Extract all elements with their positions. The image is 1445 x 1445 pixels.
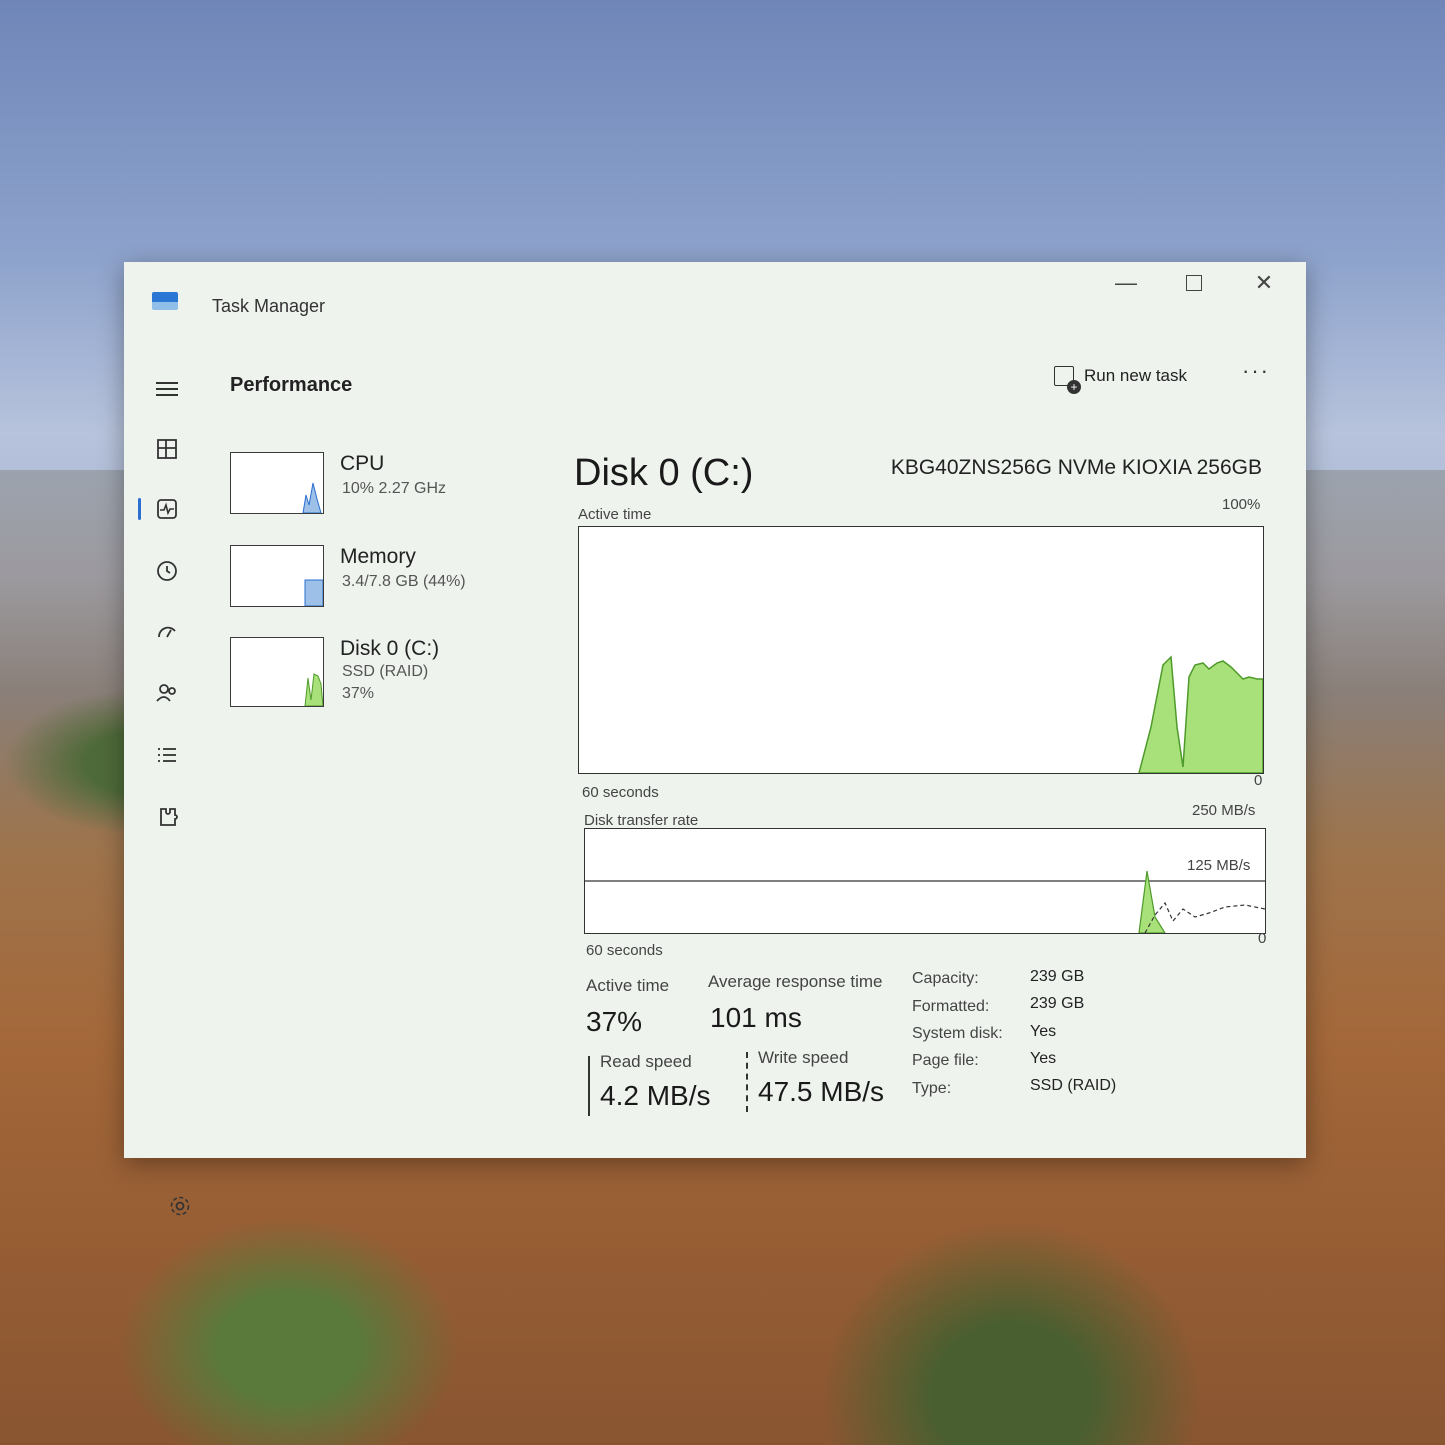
disk-thumbnail-graph xyxy=(230,637,324,707)
read-speed-label: Read speed xyxy=(600,1052,692,1071)
type-label: Type: xyxy=(912,1080,952,1097)
nav-performance[interactable] xyxy=(150,492,184,526)
sidebar-item-disk[interactable]: Disk 0 (C:) SSD (RAID) 37% xyxy=(230,637,550,707)
navigation-rail xyxy=(124,342,214,1216)
maximize-button[interactable] xyxy=(1164,266,1224,300)
services-icon xyxy=(160,808,178,826)
run-new-task-icon xyxy=(1054,366,1081,394)
minimize-icon: — xyxy=(1115,270,1137,295)
disk-label: Disk 0 (C:) xyxy=(340,637,440,660)
maximize-icon xyxy=(1186,275,1202,291)
nav-startup-apps[interactable] xyxy=(150,616,184,650)
transfer-graph-mid: 125 MB/s xyxy=(1187,857,1251,874)
memory-label: Memory xyxy=(340,545,416,568)
type-value: SSD (RAID) xyxy=(1030,1077,1117,1094)
formatted-value: 239 GB xyxy=(1030,995,1085,1012)
disk-model: KBG40ZNS256G NVMe KIOXIA 256GB xyxy=(890,456,1262,479)
nav-settings[interactable] xyxy=(168,1194,192,1224)
active-time-stat-value: 37% xyxy=(586,1006,643,1037)
write-speed-legend-line xyxy=(746,1052,748,1112)
hamburger-icon xyxy=(156,378,178,400)
minimize-button[interactable]: — xyxy=(1096,266,1156,300)
cpu-label: CPU xyxy=(340,452,385,475)
nav-services[interactable] xyxy=(150,800,184,834)
settings-icon xyxy=(170,1196,190,1216)
close-button[interactable]: ✕ xyxy=(1234,266,1294,300)
transfer-graph-max: 250 MB/s xyxy=(1192,802,1256,819)
nav-app-history[interactable] xyxy=(150,554,184,588)
page-file-value: Yes xyxy=(1030,1050,1057,1067)
page-file-label: Page file: xyxy=(912,1052,979,1069)
formatted-label: Formatted: xyxy=(912,998,990,1015)
write-speed-label: Write speed xyxy=(758,1048,849,1067)
cpu-usage: 10% 2.27 GHz xyxy=(342,480,447,497)
disk-title: Disk 0 (C:) xyxy=(574,452,754,494)
transfer-graph-label: Disk transfer rate xyxy=(584,812,699,829)
transfer-graph-duration: 60 seconds xyxy=(586,942,663,959)
performance-icon xyxy=(157,499,177,519)
avg-response-label: Average response time xyxy=(708,972,883,991)
capacity-value: 239 GB xyxy=(1030,968,1085,985)
disk-type: SSD (RAID) xyxy=(342,663,429,680)
read-speed-value: 4.2 MB/s xyxy=(600,1080,711,1111)
task-manager-window: Task Manager — ✕ Performance + Run new t… xyxy=(124,262,1306,1216)
title-bar: Task Manager — ✕ xyxy=(124,262,1306,342)
write-speed-value: 47.5 MB/s xyxy=(758,1076,885,1107)
close-icon: ✕ xyxy=(1254,270,1274,295)
active-time-graph-duration: 60 seconds xyxy=(582,784,659,801)
details-icon xyxy=(158,748,176,762)
system-disk-value: Yes xyxy=(1030,1023,1057,1040)
page-title: Performance xyxy=(230,374,353,396)
processes-icon xyxy=(157,439,177,459)
run-new-task-button[interactable]: Run new task xyxy=(1054,362,1187,394)
system-disk-label: System disk: xyxy=(912,1025,1003,1042)
active-time-graph-label: Active time xyxy=(578,506,652,523)
capacity-label: Capacity: xyxy=(912,970,979,987)
disk-usage: 37% xyxy=(342,685,375,702)
cpu-thumbnail-graph xyxy=(230,452,324,514)
hamburger-menu-button[interactable] xyxy=(150,372,184,406)
nav-processes[interactable] xyxy=(150,432,184,466)
window-title: Task Manager xyxy=(212,296,326,316)
memory-usage: 3.4/7.8 GB (44%) xyxy=(342,573,466,590)
run-new-task-label: Run new task xyxy=(1084,366,1187,385)
more-options-button[interactable]: ··· xyxy=(1242,358,1270,384)
nav-details[interactable] xyxy=(150,738,184,772)
task-manager-app-icon xyxy=(152,292,178,310)
app-history-icon xyxy=(157,561,177,581)
sidebar-item-memory[interactable]: Memory 3.4/7.8 GB (44%) xyxy=(230,545,550,615)
active-time-stat-label: Active time xyxy=(586,976,670,995)
active-time-graph-max: 100% xyxy=(1222,496,1261,513)
users-icon xyxy=(156,684,176,702)
read-speed-legend-line xyxy=(588,1056,590,1116)
sidebar-item-cpu[interactable]: CPU 10% 2.27 GHz xyxy=(230,452,550,522)
nav-users[interactable] xyxy=(150,676,184,710)
memory-thumbnail-graph xyxy=(230,545,324,607)
avg-response-value: 101 ms xyxy=(710,1002,802,1033)
active-time-graph xyxy=(578,526,1264,774)
active-nav-indicator xyxy=(138,498,141,520)
transfer-graph-min: 0 xyxy=(1258,930,1267,947)
startup-apps-icon xyxy=(158,626,176,638)
transfer-rate-graph: 125 MB/s xyxy=(584,828,1266,934)
active-time-graph-min: 0 xyxy=(1254,772,1263,789)
